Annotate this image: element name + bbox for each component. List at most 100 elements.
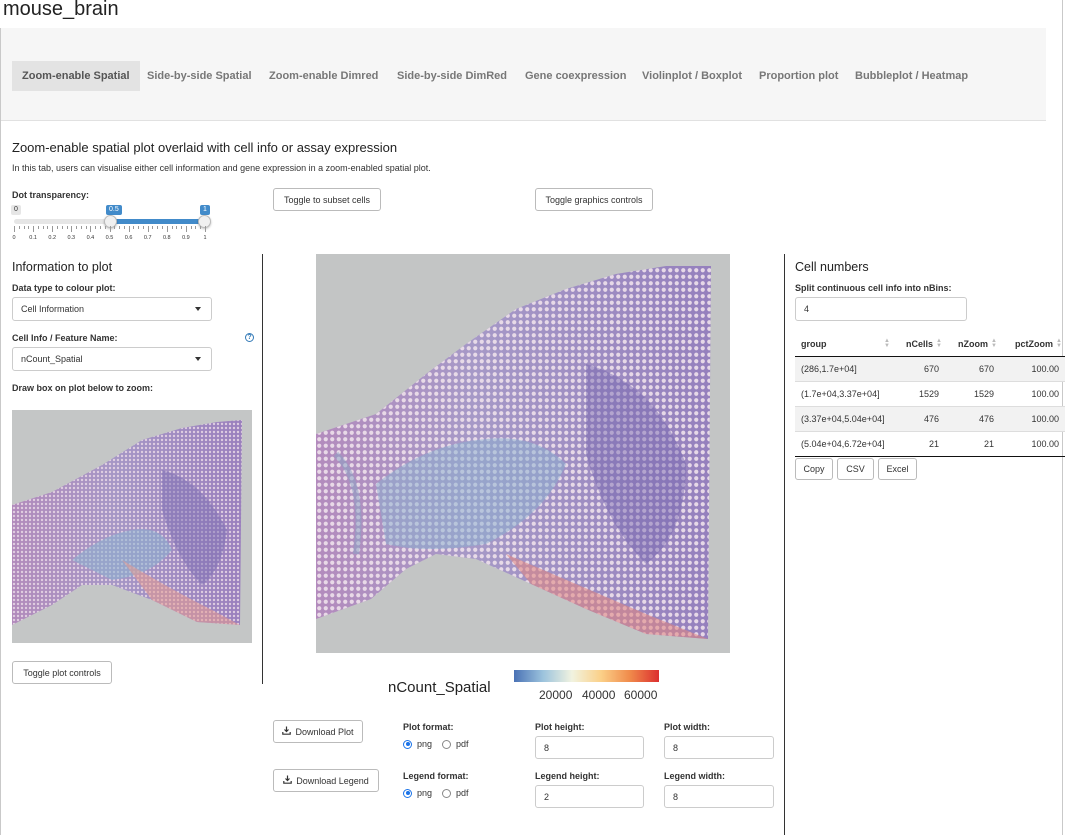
toggle-subset-cells-button[interactable]: Toggle to subset cells	[273, 188, 381, 211]
csv-button[interactable]: CSV	[837, 458, 874, 480]
column-header-pctzoom[interactable]: pctZoom ▲ ▼	[1000, 332, 1065, 357]
radio-png-selected[interactable]	[403, 788, 412, 798]
column-header-nzoom[interactable]: nZoom ▲ ▼	[945, 332, 1000, 357]
legend-format-label: Legend format:	[403, 771, 469, 781]
data-type-selected: Cell Information	[21, 304, 85, 314]
slider-tick	[109, 226, 111, 232]
slider-minor-tick	[190, 226, 192, 229]
zoom-selector-plot[interactable]	[12, 410, 252, 643]
legend-tick-20000: 20000	[539, 688, 573, 702]
slider-minor-tick	[23, 226, 25, 229]
slider-minor-tick	[42, 226, 44, 229]
plot-format-png-option[interactable]: png	[403, 739, 432, 749]
cell-numbers-heading: Cell numbers	[795, 260, 869, 274]
feature-name-select[interactable]: nCount_Spatial	[12, 347, 212, 371]
slider-tick	[71, 226, 73, 232]
slider-tick-label: 0	[12, 235, 16, 241]
slider-minor-tick	[28, 226, 30, 229]
cell-nzoom: 670	[945, 355, 1000, 381]
slider-high-value: 1	[200, 205, 210, 215]
question-circle-icon[interactable]: ?	[245, 333, 254, 342]
slider-tick	[128, 226, 130, 232]
excel-button[interactable]: Excel	[878, 458, 917, 480]
slider-minor-tick	[123, 226, 125, 229]
slider-minor-tick	[142, 226, 144, 229]
column-label: pctZoom	[1015, 338, 1053, 349]
tab-gene-coexpression[interactable]: Gene coexpression	[515, 61, 637, 91]
slider-minor-tick	[119, 226, 121, 229]
slider-minor-tick	[80, 226, 82, 229]
cell-pctzoom: 100.00	[1000, 405, 1065, 431]
feature-name-selected: nCount_Spatial	[21, 354, 83, 364]
cell-numbers-table: group ▲ ▼ nCells ▲ ▼ nZoom ▲ ▼ pctZoom ▲ ▼ (286,…	[795, 332, 1065, 457]
tab-side-by-side-spatial[interactable]: Side-by-side Spatial	[137, 61, 262, 91]
tab-violinplot-boxplot[interactable]: Violinplot / Boxplot	[632, 61, 752, 91]
data-type-label: Data type to colour plot:	[12, 283, 116, 293]
app-title: mouse_brain	[3, 0, 119, 20]
radio-pdf[interactable]	[442, 739, 451, 749]
section-heading: Zoom-enable spatial plot overlaid with c…	[12, 140, 398, 155]
small-tissue-image	[12, 420, 242, 625]
slider-tick	[147, 226, 149, 232]
png-label: png	[417, 739, 433, 749]
column-label: group	[801, 338, 827, 349]
chevron-down-icon	[195, 357, 201, 361]
tab-proportion-plot[interactable]: Proportion plot	[749, 61, 848, 91]
sort-arrows-icon: ▲ ▼	[991, 338, 997, 349]
slider-minor-tick	[66, 226, 68, 229]
legend-height-input[interactable]: 2	[535, 785, 644, 808]
download-plot-button[interactable]: Download Plot	[273, 720, 363, 743]
slider-minor-tick	[171, 226, 173, 229]
cell-group: (1.7e+04,3.37e+04]	[795, 380, 893, 406]
nbins-input[interactable]: 4	[795, 297, 967, 321]
table-row[interactable]: (3.37e+04,5.04e+04] 476 476 100.00	[795, 405, 1065, 431]
slider-tick-label: 0.7	[143, 235, 152, 241]
section-description: In this tab, users can visualise either …	[12, 163, 431, 173]
radio-pdf[interactable]	[442, 788, 451, 798]
slider-tick-label: 0.2	[48, 235, 57, 241]
download-legend-button[interactable]: Download Legend	[273, 769, 379, 792]
plot-format-pdf-option[interactable]: pdf	[442, 739, 469, 749]
slider-tick	[185, 226, 187, 232]
plot-height-input[interactable]: 8	[535, 736, 644, 759]
slider-minor-tick	[99, 226, 101, 229]
table-row[interactable]: (5.04e+04,6.72e+04] 21 21 100.00	[795, 430, 1065, 457]
cell-nzoom: 1529	[945, 380, 1000, 406]
tab-bar: Zoom-enable Spatial Side-by-side Spatial…	[1, 28, 1046, 121]
spatial-plot[interactable]	[316, 254, 730, 653]
cell-ncells: 1529	[893, 380, 945, 406]
radio-png-selected[interactable]	[403, 739, 412, 749]
toggle-plot-controls-button[interactable]: Toggle plot controls	[12, 661, 112, 684]
toggle-graphics-controls-button[interactable]: Toggle graphics controls	[535, 188, 653, 211]
tissue-image	[316, 254, 730, 653]
dot-transparency-label: Dot transparency:	[12, 190, 90, 200]
slider-minor-tick	[61, 226, 63, 229]
slider-minor-tick	[85, 226, 87, 229]
legend-width-input[interactable]: 8	[664, 785, 774, 808]
cell-ncells: 21	[893, 430, 945, 457]
tab-side-by-side-dimred[interactable]: Side-by-side DimRed	[387, 61, 517, 91]
data-type-select[interactable]: Cell Information	[12, 297, 212, 321]
legend-format-pdf-option[interactable]: pdf	[442, 788, 469, 798]
tab-zoom-enable-dimred[interactable]: Zoom-enable Dimred	[259, 61, 388, 91]
plot-width-input[interactable]: 8	[664, 736, 774, 759]
column-label: nZoom	[958, 338, 988, 349]
slider-minor-tick	[37, 226, 39, 229]
cell-nzoom: 21	[945, 430, 1000, 457]
legend-color-bar	[514, 670, 659, 682]
slider-minor-tick	[18, 226, 20, 229]
legend-format-png-option[interactable]: png	[403, 788, 432, 798]
tab-zoom-enable-spatial[interactable]: Zoom-enable Spatial	[12, 61, 140, 91]
legend-width-label: Legend width:	[664, 771, 725, 781]
table-row[interactable]: (286,1.7e+04] 670 670 100.00	[795, 355, 1065, 381]
column-header-ncells[interactable]: nCells ▲ ▼	[893, 332, 945, 357]
slider-minor-tick	[157, 226, 159, 229]
table-row[interactable]: (1.7e+04,3.37e+04] 1529 1529 100.00	[795, 380, 1065, 406]
column-header-group[interactable]: group ▲ ▼	[795, 332, 893, 357]
slider-minor-tick	[133, 226, 135, 229]
slider-minor-tick	[152, 226, 154, 229]
slider-minor-tick	[114, 226, 116, 229]
slider-min-label: 0	[11, 205, 21, 215]
tab-bubbleplot-heatmap[interactable]: Bubbleplot / Heatmap	[845, 61, 978, 91]
copy-button[interactable]: Copy	[795, 458, 833, 480]
